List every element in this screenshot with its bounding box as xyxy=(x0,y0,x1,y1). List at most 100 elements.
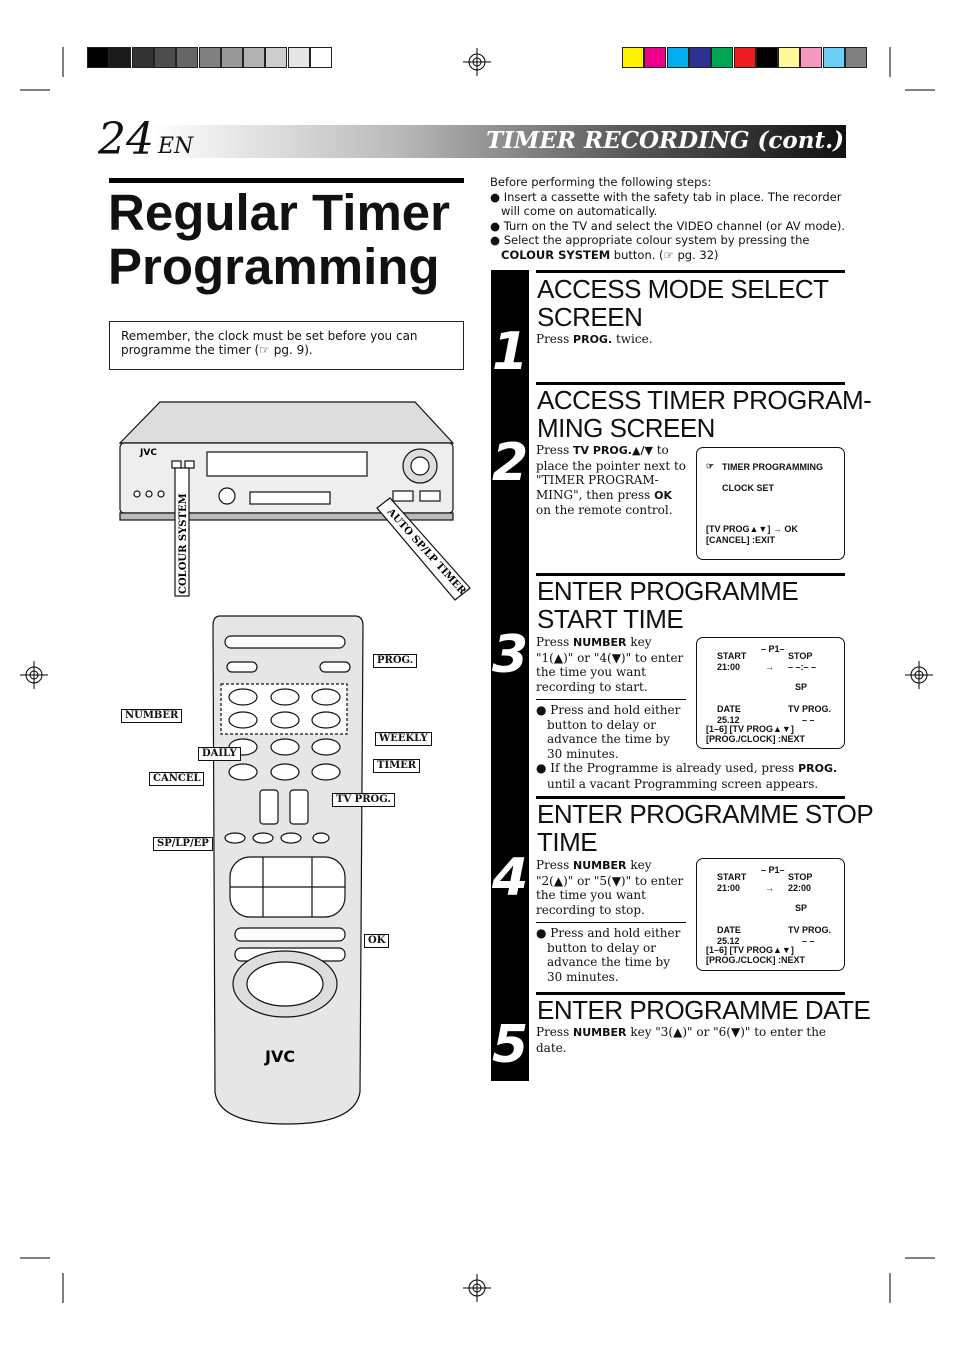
page-title: Regular Timer Programming xyxy=(108,186,450,294)
text: Press xyxy=(536,332,574,346)
text: If the Programme is already used, press xyxy=(550,761,799,775)
label-timer: TIMER xyxy=(373,759,421,773)
step-heading: ACCESS MODE SELECT SCREEN xyxy=(537,275,829,331)
screen-text: [PROG./CLOCK] :NEXT xyxy=(706,734,805,744)
step-bullet: ● Press and hold either button to delay … xyxy=(536,926,681,984)
step-bullet: ● Press and hold either button to delay … xyxy=(536,703,681,761)
bullet-text: Insert a cassette with the safety tab in… xyxy=(501,189,842,219)
step-number: 3 xyxy=(492,625,529,685)
intro-lead: Before performing the following steps: xyxy=(490,175,712,189)
step-heading: ENTER PROGRAMME DATE xyxy=(537,995,871,1025)
step-number: 5 xyxy=(492,1015,529,1075)
screen-text: [TV PROG▲▼] → OK xyxy=(706,524,798,534)
screen-text: [CANCEL] :EXIT xyxy=(706,535,775,545)
bold-text: TV PROG.▲/▼ xyxy=(573,444,653,457)
tv-screen-menu: ☞ TIMER PROGRAMMING CLOCK SET [TV PROG▲▼… xyxy=(696,447,845,560)
step-bullet: ● If the Programme is already used, pres… xyxy=(536,761,838,791)
screen-text: [PROG./CLOCK] :NEXT xyxy=(706,955,805,965)
heading-line: START TIME xyxy=(537,604,684,634)
page-number: 24 xyxy=(98,114,154,165)
screen-text: SP xyxy=(795,682,808,692)
label-ok: OK xyxy=(364,934,390,948)
remote-illustration: JVC xyxy=(212,615,364,1125)
screen-text: STOP xyxy=(788,872,813,882)
label-daily: DAILY xyxy=(198,747,241,761)
note-box: Remember, the clock must be set before y… xyxy=(109,321,464,370)
text: until a vacant Programming screen appear… xyxy=(547,776,819,791)
intro-bullet: ● Insert a cassette with the safety tab … xyxy=(490,189,842,219)
registration-target-icon xyxy=(905,661,933,689)
heading-line: ACCESS MODE SELECT xyxy=(537,274,829,304)
screen-text: DATE xyxy=(717,704,741,714)
bold-text: NUMBER xyxy=(573,636,627,649)
screen-text: TIMER PROGRAMMING xyxy=(722,462,823,472)
text: Press and hold either button to delay or… xyxy=(547,703,681,761)
registration-target-icon xyxy=(20,661,48,689)
divider xyxy=(536,922,686,923)
screen-text: STOP xyxy=(788,651,813,661)
intro: Before performing the following steps: ●… xyxy=(490,175,850,262)
screen-text: – P1– xyxy=(761,644,785,654)
screen-text: 21:00 xyxy=(717,662,741,672)
bullet-text: button. (☞ pg. 32) xyxy=(610,247,719,262)
bullet-text: Turn on the TV and select the VIDEO chan… xyxy=(503,218,846,233)
colour-system-label: COLOUR SYSTEM xyxy=(178,493,189,594)
page-language: EN xyxy=(158,134,194,159)
text: Press xyxy=(536,635,574,649)
screen-text: TV PROG. xyxy=(788,704,832,714)
bold-text: NUMBER xyxy=(573,859,627,872)
screen-text: → xyxy=(765,662,774,672)
remote-brand: JVC xyxy=(264,1047,295,1066)
text: twice. xyxy=(612,332,653,346)
screen-text: SP xyxy=(795,903,808,913)
heading-line: SCREEN xyxy=(537,302,643,332)
tv-screen-stop-time: – P1– START STOP 21:00 → 22:00 SP DATE TV PROG. 2… xyxy=(696,858,845,971)
step-number: 2 xyxy=(492,433,529,493)
label-tv-prog: TV PROG. xyxy=(332,793,395,807)
step-heading: ENTER PROGRAMME STOP TIME xyxy=(537,800,874,856)
step-text: Press NUMBER key "2(▲)" or "5(▼)" to ent… xyxy=(536,858,686,917)
screen-text: – – xyxy=(802,715,815,725)
screen-text: DATE xyxy=(717,925,741,935)
label-number: NUMBER xyxy=(121,709,183,723)
text: Press and hold either button to delay or… xyxy=(547,926,681,984)
title-line: Programming xyxy=(108,238,440,295)
intro-bullet: ● Turn on the TV and select the VIDEO ch… xyxy=(490,218,846,233)
step-number: 1 xyxy=(492,322,529,382)
screen-text: → xyxy=(765,883,774,893)
pointer-icon: ☞ xyxy=(706,461,715,471)
step-text: Press NUMBER key "1(▲)" or "4(▼)" to ent… xyxy=(536,635,686,694)
vcr-illustration: JVC COLOUR SYSTEM AUTO SP/LP TIMER xyxy=(118,401,471,601)
heading-line: ENTER PROGRAMME xyxy=(537,576,799,606)
step-text: Press NUMBER key "3(▲)" or "6(▼)" to ent… xyxy=(536,1025,848,1055)
screen-text: CLOCK SET xyxy=(722,483,775,493)
title-rule xyxy=(109,178,464,183)
bold-text: PROG. xyxy=(798,762,838,775)
registration-target-icon xyxy=(463,1274,491,1302)
label-cancel: CANCEL xyxy=(149,772,205,786)
tv-screen-start-time: – P1– START STOP 21:00 → – –:– – SP DATE TV PROG… xyxy=(696,637,845,749)
title-line: Regular Timer xyxy=(108,184,451,241)
step-number: 4 xyxy=(492,848,529,908)
registration-target-icon xyxy=(463,48,491,76)
bold-text: OK xyxy=(654,488,672,502)
heading-line: MING SCREEN xyxy=(537,413,715,443)
bullet-text: Select the appropriate colour system by … xyxy=(503,233,810,247)
step-rule xyxy=(536,270,845,273)
text: Press xyxy=(536,1025,574,1039)
screen-text: – P1– xyxy=(761,865,785,875)
bold-text: NUMBER xyxy=(573,1026,627,1039)
vcr-brand: JVC xyxy=(139,448,157,458)
screen-text: 21:00 xyxy=(717,883,741,893)
screen-text: TV PROG. xyxy=(788,925,832,935)
text: Press xyxy=(536,443,574,457)
step-text: Press TV PROG.▲/▼ to place the pointer n… xyxy=(536,443,686,518)
screen-text: – –:– – xyxy=(788,662,817,672)
text: Press xyxy=(536,858,574,872)
intro-bullet: ● Select the appropriate colour system b… xyxy=(490,233,810,262)
label-sp-lp-ep: SP/LP/EP xyxy=(153,837,213,851)
step-text: Press PROG. twice. xyxy=(536,332,653,348)
step-heading: ENTER PROGRAMME START TIME xyxy=(537,576,799,634)
bold-text: COLOUR SYSTEM xyxy=(501,247,611,262)
bold-text: PROG. xyxy=(573,333,613,346)
